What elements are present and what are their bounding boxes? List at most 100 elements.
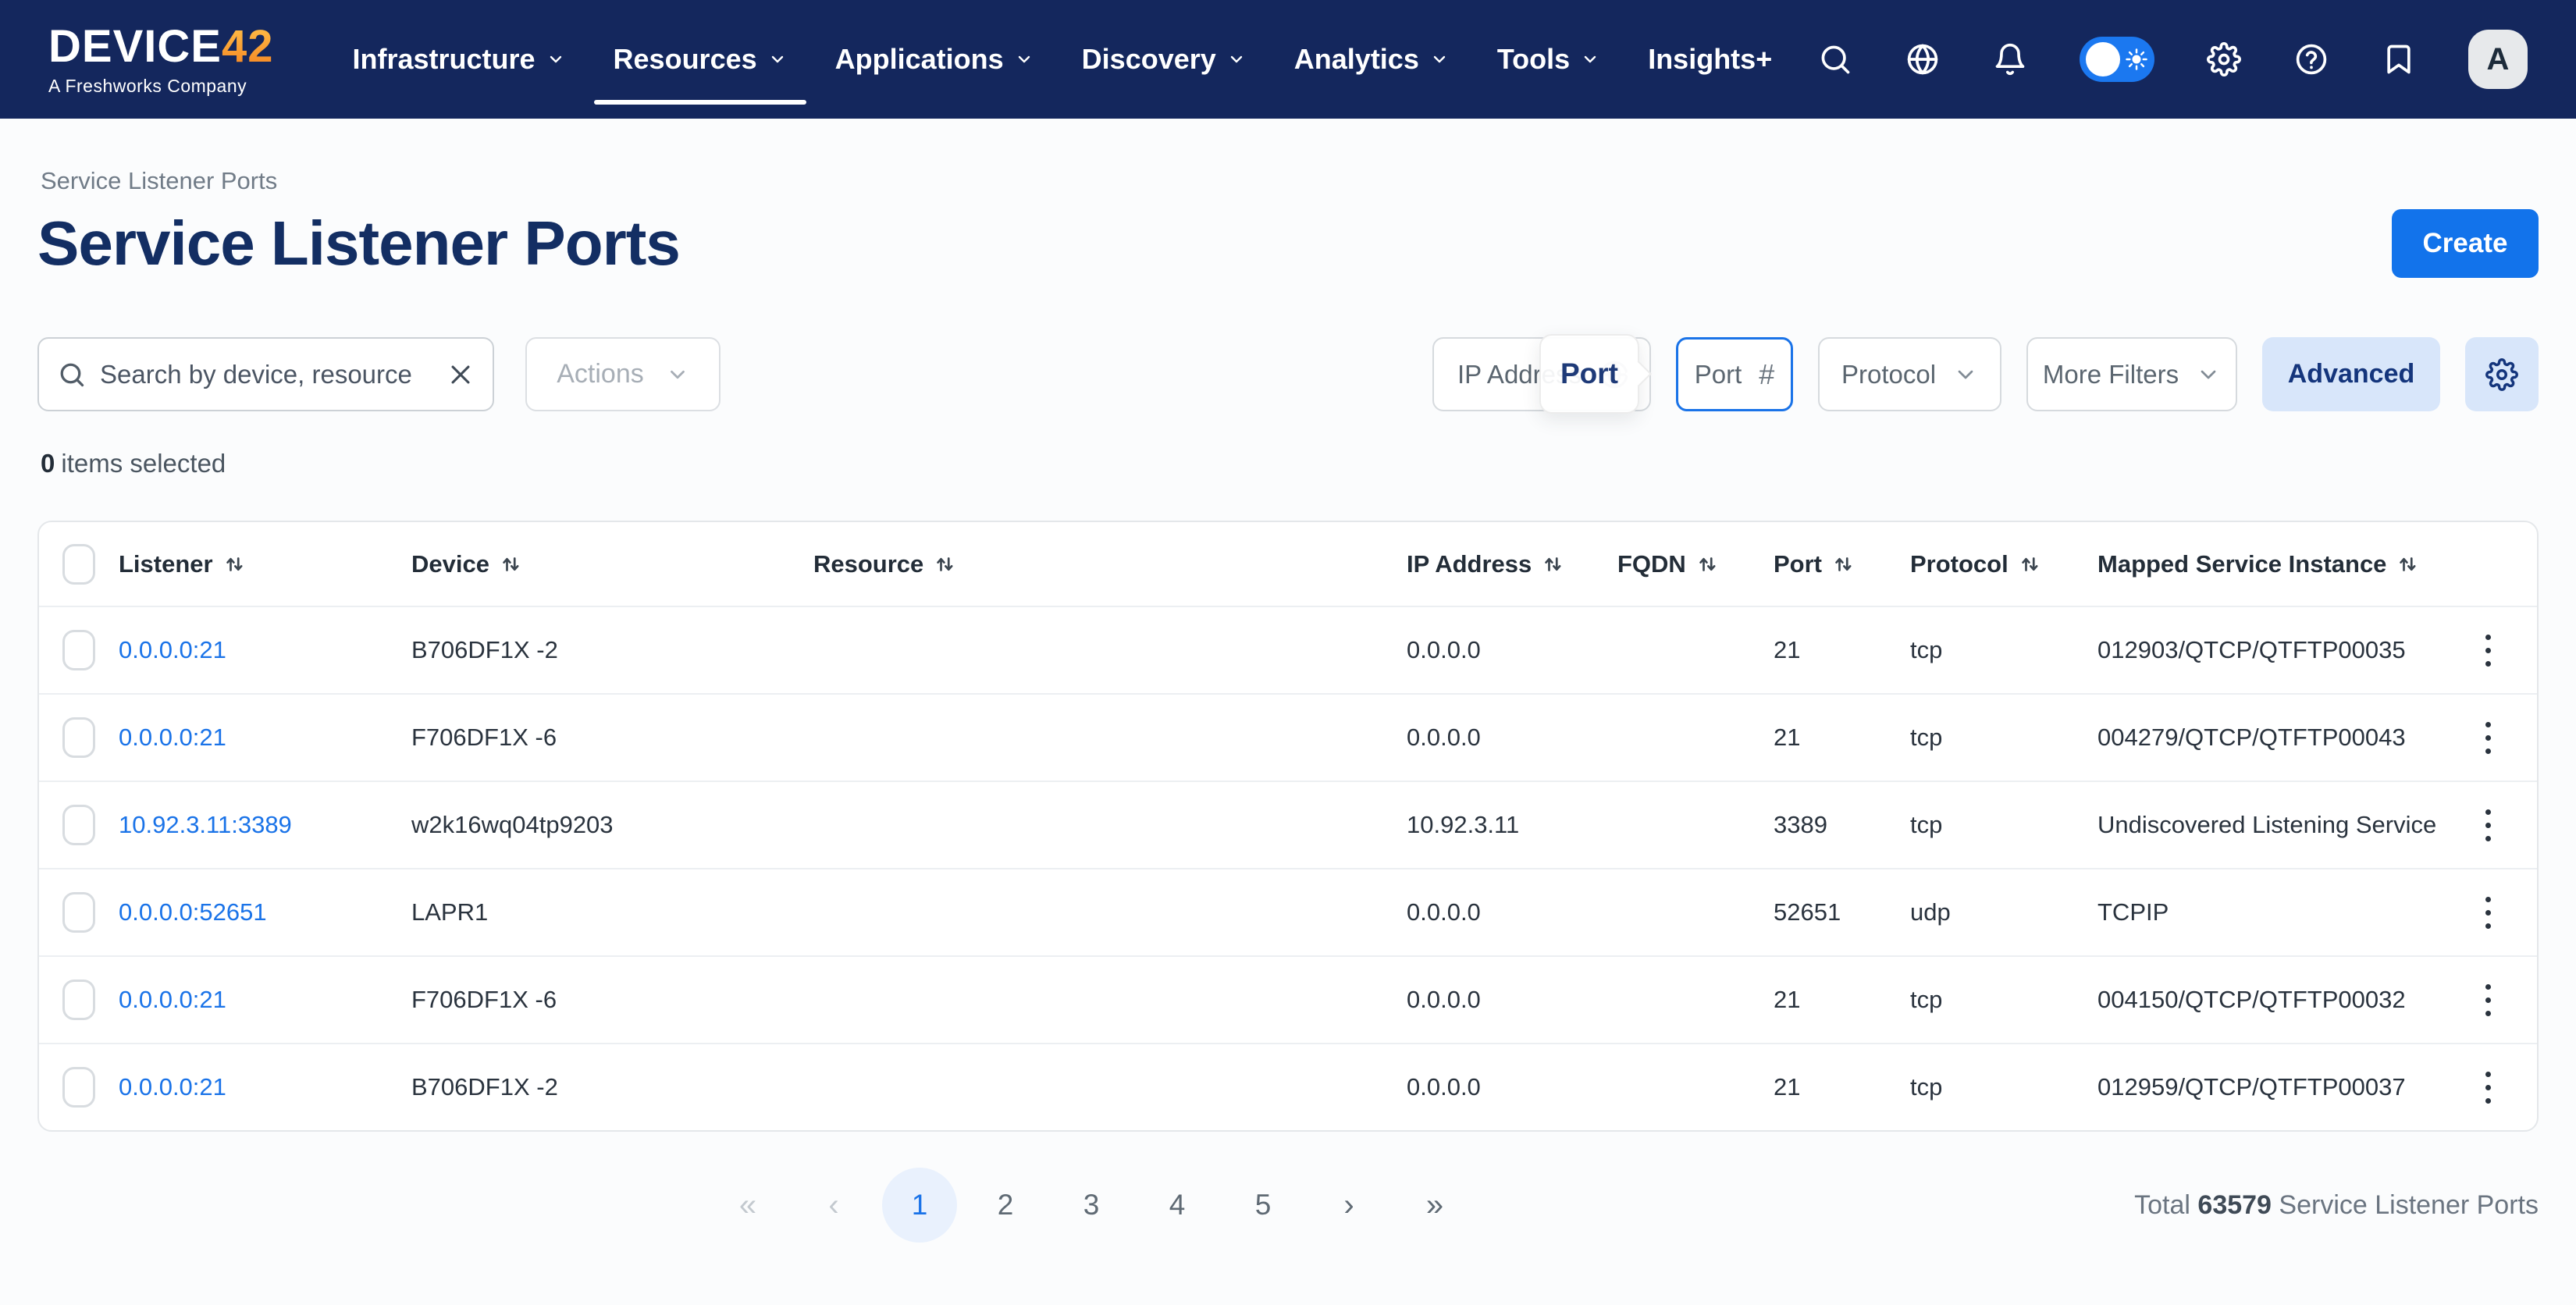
chevron-down-icon: [1581, 50, 1599, 69]
row-checkbox[interactable]: [62, 980, 95, 1020]
theme-toggle[interactable]: [2080, 37, 2154, 82]
selection-summary: 0items selected: [37, 449, 2539, 478]
nav-item-applications[interactable]: Applications: [811, 0, 1058, 119]
port-cell: 21: [1774, 986, 1910, 1014]
row-menu-kebab-icon[interactable]: [2464, 881, 2511, 944]
total-count-text: Total 63579 Service Listener Ports: [2134, 1190, 2539, 1221]
mapped-service-cell: 004279/QTCP/QTFTP00043: [2097, 724, 2464, 752]
nav-item-discovery[interactable]: Discovery: [1058, 0, 1270, 119]
column-header-device[interactable]: Device: [411, 550, 813, 578]
pagination-page-2[interactable]: 2: [968, 1168, 1043, 1243]
port-tooltip: Port: [1539, 334, 1639, 414]
actions-dropdown[interactable]: Actions: [525, 337, 720, 411]
clear-search-icon[interactable]: [447, 361, 474, 388]
protocol-cell: tcp: [1910, 986, 2097, 1014]
row-menu-kebab-icon[interactable]: [2464, 619, 2511, 681]
pagination-first[interactable]: «: [710, 1168, 785, 1243]
avatar[interactable]: A: [2468, 30, 2528, 89]
nav-item-resources[interactable]: Resources: [589, 0, 811, 119]
nav-item-insights[interactable]: Insights+: [1624, 0, 1796, 119]
filter-label: Protocol: [1841, 360, 1936, 389]
row-checkbox[interactable]: [62, 892, 95, 933]
mapped-service-cell: 012959/QTCP/QTFTP00037: [2097, 1073, 2464, 1101]
pagination-page-1[interactable]: 1: [882, 1168, 957, 1243]
row-menu-kebab-icon[interactable]: [2464, 969, 2511, 1031]
bell-icon[interactable]: [1992, 41, 2028, 77]
chevron-down-icon: [1430, 50, 1449, 69]
row-menu-kebab-icon[interactable]: [2464, 706, 2511, 769]
row-checkbox[interactable]: [62, 717, 95, 758]
advanced-button[interactable]: Advanced: [2262, 337, 2440, 411]
row-checkbox[interactable]: [62, 630, 95, 670]
pagination-last[interactable]: »: [1397, 1168, 1472, 1243]
help-icon[interactable]: [2293, 41, 2329, 77]
table-row: 0.0.0.0:21 F706DF1X -6 0.0.0.0 21 tcp 00…: [39, 955, 2537, 1043]
device-cell: B706DF1X -2: [411, 1073, 813, 1101]
column-header-ip-address[interactable]: IP Address: [1407, 550, 1617, 578]
sort-icon: [2396, 553, 2419, 576]
search-input[interactable]: [100, 360, 433, 389]
pagination-page-5[interactable]: 5: [1226, 1168, 1300, 1243]
toolbar: Actions IP Address Port Port # Protocol …: [37, 337, 2539, 411]
nav-item-analytics[interactable]: Analytics: [1270, 0, 1473, 119]
logo-wordmark: DEVICE42: [48, 24, 273, 69]
filter-more-filters[interactable]: More Filters: [2026, 337, 2237, 411]
search-icon: [58, 361, 86, 389]
total-count: 63579: [2197, 1190, 2272, 1220]
filter-protocol[interactable]: Protocol: [1818, 337, 2001, 411]
listener-link[interactable]: 10.92.3.11:3389: [119, 811, 411, 839]
listener-link[interactable]: 0.0.0.0:52651: [119, 898, 411, 926]
device-cell: F706DF1X -6: [411, 986, 813, 1014]
column-header-mapped-service-instance[interactable]: Mapped Service Instance: [2097, 550, 2464, 578]
nav-item-infrastructure[interactable]: Infrastructure: [328, 0, 589, 119]
column-header-resource[interactable]: Resource: [813, 550, 1407, 578]
filter-label: Port: [1695, 360, 1742, 389]
nav-item-label: Tools: [1497, 43, 1570, 76]
bookmark-icon[interactable]: [2381, 41, 2417, 77]
listener-link[interactable]: 0.0.0.0:21: [119, 986, 411, 1014]
row-menu-kebab-icon[interactable]: [2464, 794, 2511, 856]
port-cell: 3389: [1774, 811, 1910, 839]
row-checkbox[interactable]: [62, 1067, 95, 1108]
pagination-next[interactable]: ›: [1311, 1168, 1386, 1243]
globe-icon[interactable]: [1905, 41, 1941, 77]
column-header-protocol[interactable]: Protocol: [1910, 550, 2097, 578]
sort-icon: [222, 553, 246, 576]
column-header-port[interactable]: Port: [1774, 550, 1910, 578]
filter-group: IP Address Port Port # Protocol More Fil…: [1432, 337, 2539, 411]
pagination-prev[interactable]: ‹: [796, 1168, 871, 1243]
nav-item-label: Analytics: [1294, 43, 1419, 76]
actions-label: Actions: [557, 359, 644, 389]
port-cell: 21: [1774, 724, 1910, 752]
row-checkbox[interactable]: [62, 805, 95, 845]
listener-link[interactable]: 0.0.0.0:21: [119, 1073, 411, 1101]
sort-icon: [2018, 553, 2041, 576]
column-header-listener[interactable]: Listener: [119, 550, 411, 578]
table-settings-button[interactable]: [2465, 337, 2539, 411]
logo[interactable]: DEVICE42 A Freshworks Company: [48, 24, 273, 95]
listener-link[interactable]: 0.0.0.0:21: [119, 636, 411, 664]
listener-link[interactable]: 0.0.0.0:21: [119, 724, 411, 752]
nav-item-label: Insights+: [1648, 43, 1772, 76]
filter-label: More Filters: [2043, 360, 2179, 389]
filter-port[interactable]: Port #: [1676, 337, 1793, 411]
pagination: « ‹ 1 2 3 4 5 › »: [710, 1168, 1472, 1243]
nav-item-tools[interactable]: Tools: [1473, 0, 1624, 119]
logo-tagline: A Freshworks Company: [48, 77, 273, 95]
pagination-page-4[interactable]: 4: [1140, 1168, 1215, 1243]
hash-icon: #: [1759, 358, 1774, 391]
nav-item-label: Discovery: [1082, 43, 1216, 76]
gear-icon[interactable]: [2206, 41, 2242, 77]
breadcrumb[interactable]: Service Listener Ports: [37, 167, 2539, 195]
mapped-service-cell: 004150/QTCP/QTFTP00032: [2097, 986, 2464, 1014]
pagination-page-3[interactable]: 3: [1054, 1168, 1129, 1243]
create-button[interactable]: Create: [2392, 209, 2539, 278]
protocol-cell: tcp: [1910, 724, 2097, 752]
search-icon[interactable]: [1817, 41, 1853, 77]
row-menu-kebab-icon[interactable]: [2464, 1056, 2511, 1118]
select-all-checkbox[interactable]: [62, 544, 95, 585]
protocol-cell: udp: [1910, 898, 2097, 926]
port-cell: 21: [1774, 1073, 1910, 1101]
device-cell: B706DF1X -2: [411, 636, 813, 664]
column-header-fqdn[interactable]: FQDN: [1617, 550, 1774, 578]
